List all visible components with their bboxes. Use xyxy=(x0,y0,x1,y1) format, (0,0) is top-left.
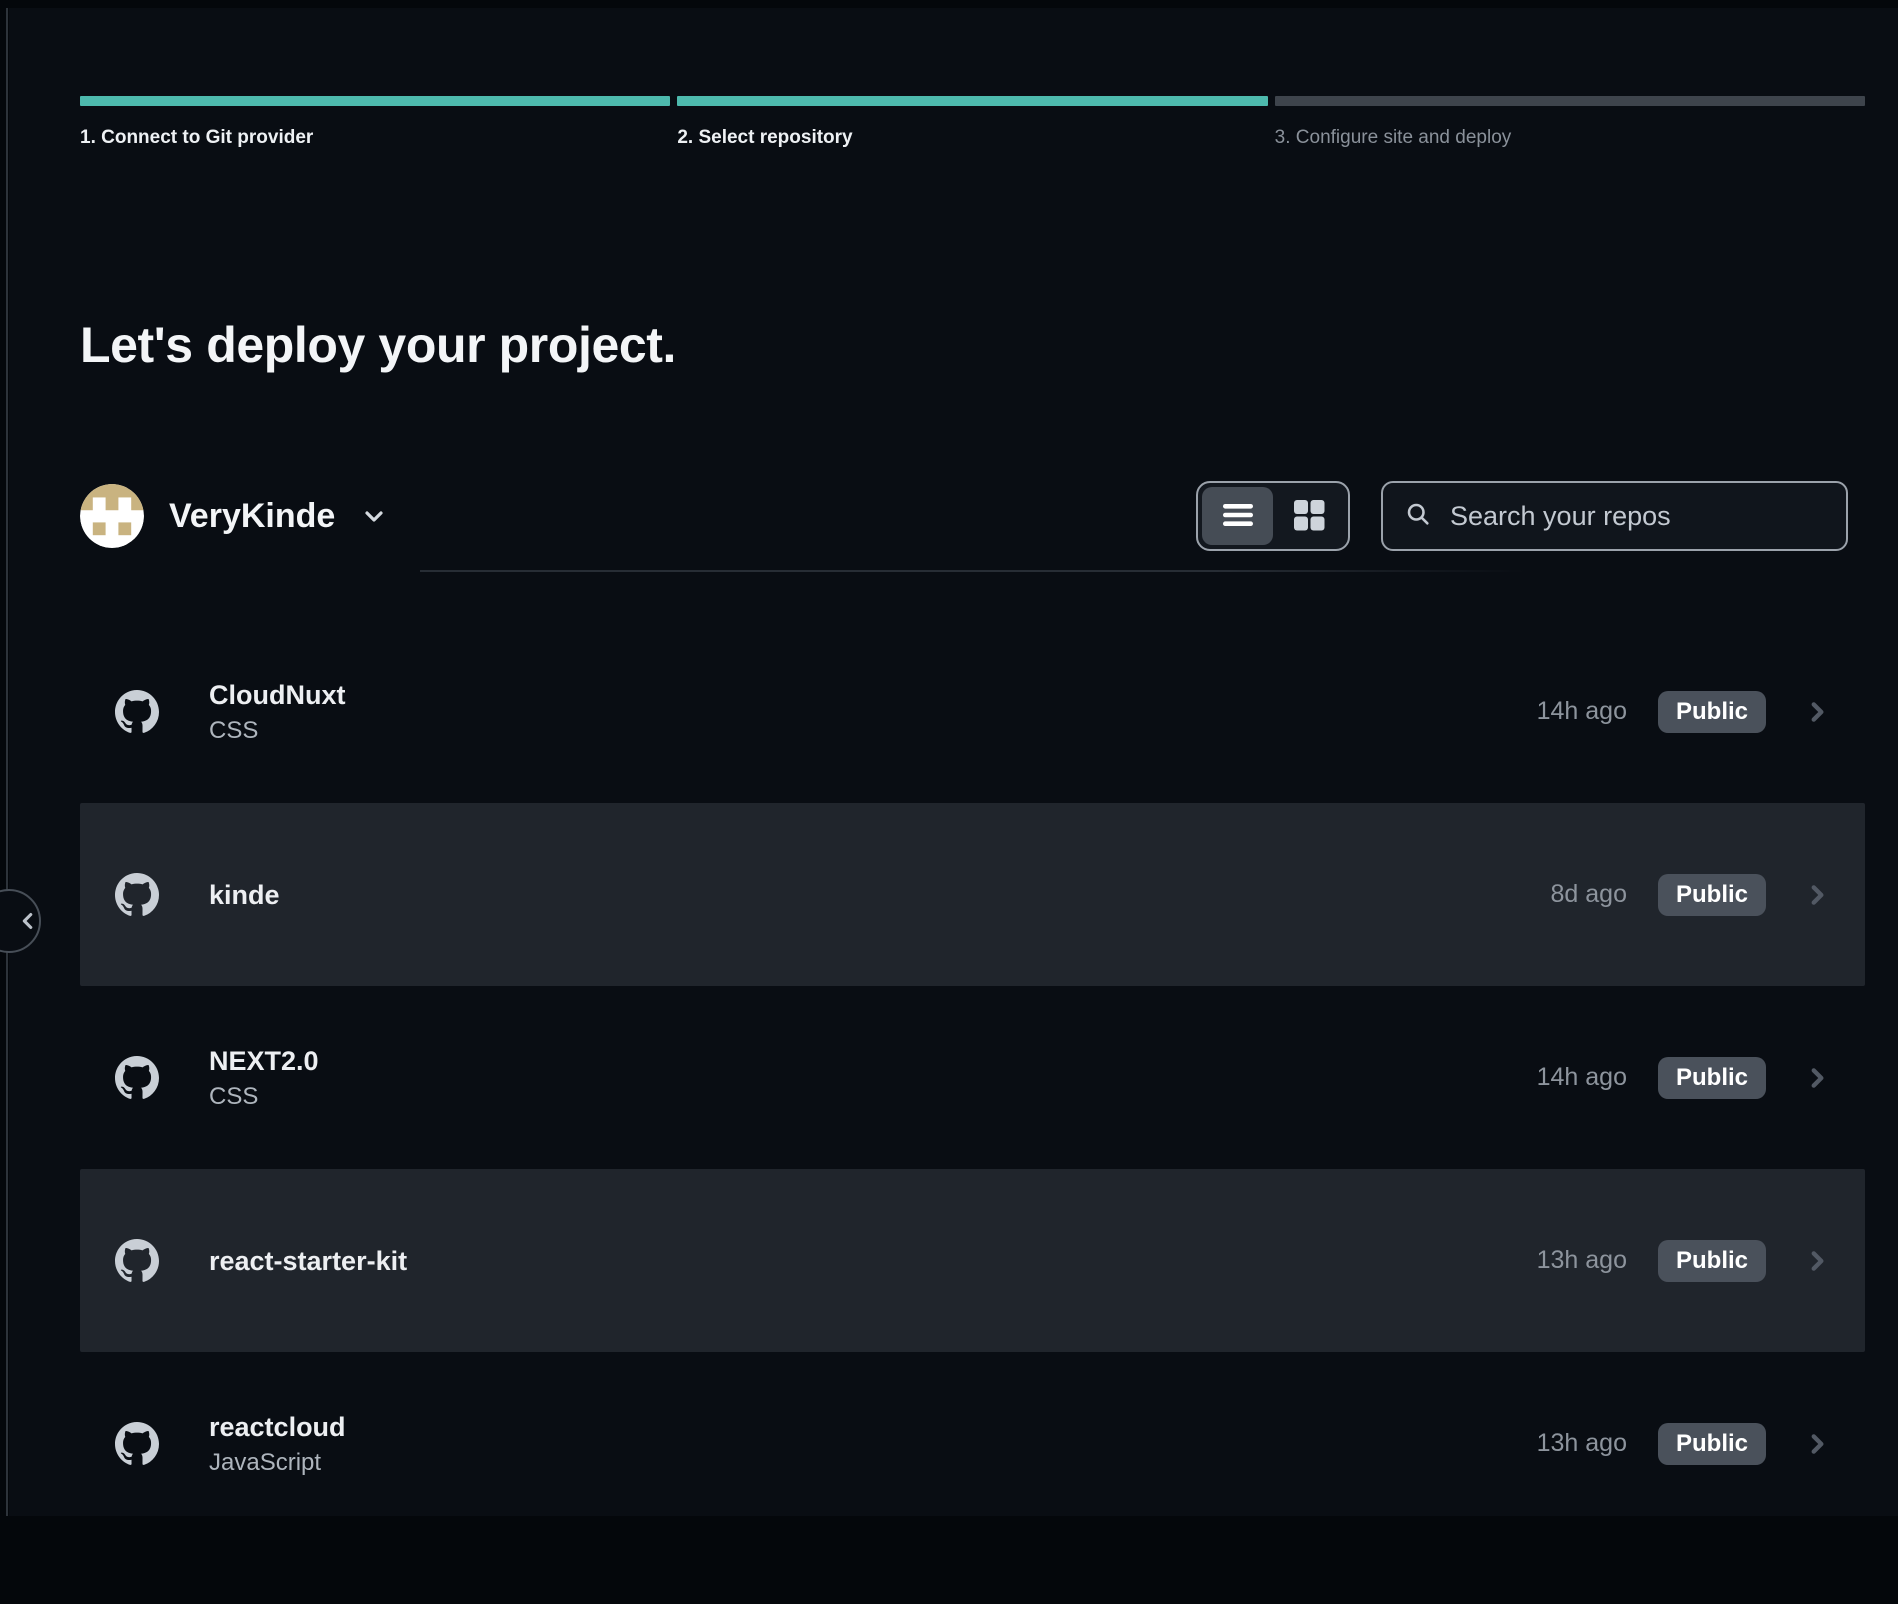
chevron-right-icon xyxy=(1804,1431,1830,1457)
repo-name: NEXT2.0 xyxy=(209,1046,319,1076)
github-icon xyxy=(115,873,159,917)
repo-updated: 14h ago xyxy=(1515,697,1627,726)
chevron-right-icon xyxy=(1804,1065,1830,1091)
window-top-edge xyxy=(0,0,1898,8)
visibility-badge: Public xyxy=(1658,1240,1766,1282)
repo-list: CloudNuxt CSS 14h ago Public kinde 8d ag… xyxy=(80,620,1865,1535)
stepper-step: 3. Configure site and deploy xyxy=(1275,96,1865,149)
repo-row[interactable]: reactcloud JavaScript 13h ago Public xyxy=(80,1352,1865,1535)
repo-language: CSS xyxy=(209,718,345,744)
repo-language: CSS xyxy=(209,1084,319,1110)
org-divider xyxy=(420,570,1525,572)
stepper-step: 1. Connect to Git provider xyxy=(80,96,670,149)
list-view-button[interactable] xyxy=(1202,487,1273,545)
org-selector[interactable]: VeryKinde xyxy=(80,484,386,548)
step-label: 1. Connect to Git provider xyxy=(80,127,670,149)
step-progress-bar xyxy=(80,96,670,106)
chevron-right-icon xyxy=(1804,1248,1830,1274)
visibility-badge: Public xyxy=(1658,1423,1766,1465)
page-title: Let's deploy your project. xyxy=(80,315,1865,375)
step-progress-bar xyxy=(1275,96,1865,106)
step-label: 3. Configure site and deploy xyxy=(1275,127,1865,149)
search-icon xyxy=(1404,500,1432,533)
panel-divider-line xyxy=(6,8,8,1516)
step-label: 2. Select repository xyxy=(677,127,1267,149)
visibility-badge: Public xyxy=(1658,1057,1766,1099)
repo-name: CloudNuxt xyxy=(209,680,345,710)
search-input[interactable] xyxy=(1448,500,1825,533)
chevron-down-icon xyxy=(362,504,386,528)
repo-row[interactable]: CloudNuxt CSS 14h ago Public xyxy=(80,620,1865,803)
repo-updated: 14h ago xyxy=(1515,1063,1627,1092)
github-icon xyxy=(115,690,159,734)
grid-view-button[interactable] xyxy=(1273,487,1344,545)
repo-name: kinde xyxy=(209,880,280,910)
grid-view-icon xyxy=(1291,497,1327,536)
github-icon xyxy=(115,1239,159,1283)
repo-updated: 13h ago xyxy=(1515,1429,1627,1458)
view-toggle xyxy=(1196,481,1350,551)
repo-updated: 8d ago xyxy=(1515,880,1627,909)
github-icon xyxy=(115,1056,159,1100)
stepper-step: 2. Select repository xyxy=(677,96,1267,149)
visibility-badge: Public xyxy=(1658,874,1766,916)
main-panel: 1. Connect to Git provider 2. Select rep… xyxy=(9,8,1898,1516)
github-icon xyxy=(115,1422,159,1466)
stepper: 1. Connect to Git provider 2. Select rep… xyxy=(80,96,1865,149)
repo-updated: 13h ago xyxy=(1515,1246,1627,1275)
org-avatar xyxy=(80,484,144,548)
org-name: VeryKinde xyxy=(169,497,335,536)
repo-name: react-starter-kit xyxy=(209,1246,407,1276)
repo-language: JavaScript xyxy=(209,1450,346,1476)
repo-row[interactable]: kinde 8d ago Public xyxy=(80,803,1865,986)
chevron-right-icon xyxy=(1804,699,1830,725)
repo-row[interactable]: NEXT2.0 CSS 14h ago Public xyxy=(80,986,1865,1169)
repo-search xyxy=(1381,481,1848,551)
chevron-right-icon xyxy=(1804,882,1830,908)
repo-name: reactcloud xyxy=(209,1412,346,1442)
view-and-search-controls xyxy=(1196,481,1848,551)
visibility-badge: Public xyxy=(1658,691,1766,733)
list-view-icon xyxy=(1220,499,1256,534)
repo-row[interactable]: react-starter-kit 13h ago Public xyxy=(80,1169,1865,1352)
deploy-wizard-screen: 1. Connect to Git provider 2. Select rep… xyxy=(0,0,1898,1516)
repo-toolbar: VeryKinde xyxy=(80,481,1865,551)
step-progress-bar xyxy=(677,96,1267,106)
